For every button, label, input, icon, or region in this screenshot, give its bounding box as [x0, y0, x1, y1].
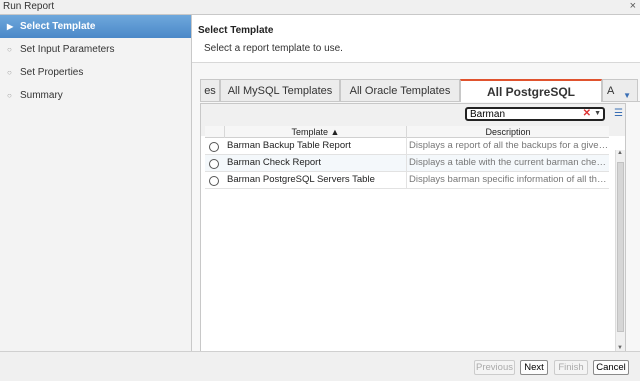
step-label: Set Input Parameters [20, 44, 115, 55]
row-radio[interactable] [209, 176, 219, 186]
clear-icon[interactable]: ✕ [583, 108, 591, 119]
table-row[interactable]: Barman PostgreSQL Servers Table Displays… [205, 172, 609, 189]
table-row[interactable]: Barman Check Report Displays a table wit… [205, 155, 609, 172]
active-step-arrow-icon: ▶ [7, 22, 14, 31]
tab-previous-partial[interactable]: es [200, 79, 220, 101]
step-bullet-icon: ○ [7, 91, 12, 100]
search-input[interactable]: Barman ✕ ▼ [465, 107, 605, 121]
step-bullet-icon: ○ [7, 68, 12, 77]
table-row[interactable]: Barman Backup Table Report Displays a re… [205, 138, 609, 155]
scroll-up-icon[interactable]: ▲ [617, 150, 623, 156]
tab-next-partial-label: A [607, 85, 615, 97]
templates-panel: Barman ✕ ▼ ☰ Template ▲ Description Barm… [200, 103, 626, 352]
tab-oracle-templates[interactable]: All Oracle Templates [340, 79, 460, 101]
template-description: Displays a report of all the backups for… [409, 140, 609, 151]
step-summary[interactable]: ○ Summary [0, 84, 191, 107]
main-content: Select Template Select a report template… [192, 15, 640, 352]
column-chooser-icon[interactable]: ☰ [614, 108, 623, 119]
row-radio[interactable] [209, 159, 219, 169]
row-radio[interactable] [209, 142, 219, 152]
template-description: Displays a table with the current barman… [409, 157, 609, 168]
table-header: Template ▲ Description [205, 126, 609, 138]
scroll-thumb[interactable] [617, 162, 624, 332]
tab-postgresql-templates[interactable]: All PostgreSQL Template [460, 79, 602, 121]
cancel-button[interactable]: Cancel [593, 360, 629, 375]
step-select-template[interactable]: ▶ Select Template [0, 15, 191, 38]
template-tabs: es All MySQL Templates All Oracle Templa… [200, 79, 640, 121]
chevron-down-icon[interactable]: ▼ [594, 110, 601, 117]
step-set-input-parameters[interactable]: ○ Set Input Parameters [0, 38, 191, 61]
table-body: Barman Backup Table Report Displays a re… [205, 138, 609, 189]
next-button[interactable]: Next [520, 360, 548, 375]
step-set-properties[interactable]: ○ Set Properties [0, 61, 191, 84]
previous-button[interactable]: Previous [474, 360, 515, 375]
step-header: Select Template Select a report template… [192, 15, 640, 63]
search-value: Barman [470, 109, 506, 120]
templates-table: Template ▲ Description Barman Backup Tab… [205, 126, 609, 189]
tab-next-partial[interactable]: A ▼ [602, 79, 638, 101]
column-header-template[interactable]: Template ▲ [225, 126, 407, 138]
window-title: Run Report [3, 1, 55, 12]
step-bullet-icon: ○ [7, 45, 12, 54]
page-subtitle: Select a report template to use. [204, 43, 343, 54]
step-label: Set Properties [20, 67, 84, 78]
column-header-description[interactable]: Description [407, 126, 609, 138]
tab-mysql-templates[interactable]: All MySQL Templates [220, 79, 340, 101]
dialog-body: ▶ Select Template ○ Set Input Parameters… [0, 14, 640, 352]
step-label: Select Template [20, 21, 96, 32]
close-icon[interactable]: × [630, 0, 636, 12]
step-label: Summary [20, 90, 63, 101]
button-bar: Previous Next Finish Cancel [0, 351, 640, 381]
template-name: Barman PostgreSQL Servers Table [225, 172, 407, 189]
title-bar: Run Report × [0, 0, 640, 14]
finish-button[interactable]: Finish [554, 360, 588, 375]
template-description: Displays barman specific information of … [409, 174, 609, 185]
template-name: Barman Backup Table Report [225, 138, 407, 155]
page-title: Select Template [198, 25, 274, 36]
vertical-scrollbar[interactable]: ▲ ▼ [615, 150, 625, 351]
wizard-steps: ▶ Select Template ○ Set Input Parameters… [0, 15, 192, 352]
template-name: Barman Check Report [225, 155, 407, 172]
select-column-header [205, 126, 225, 138]
